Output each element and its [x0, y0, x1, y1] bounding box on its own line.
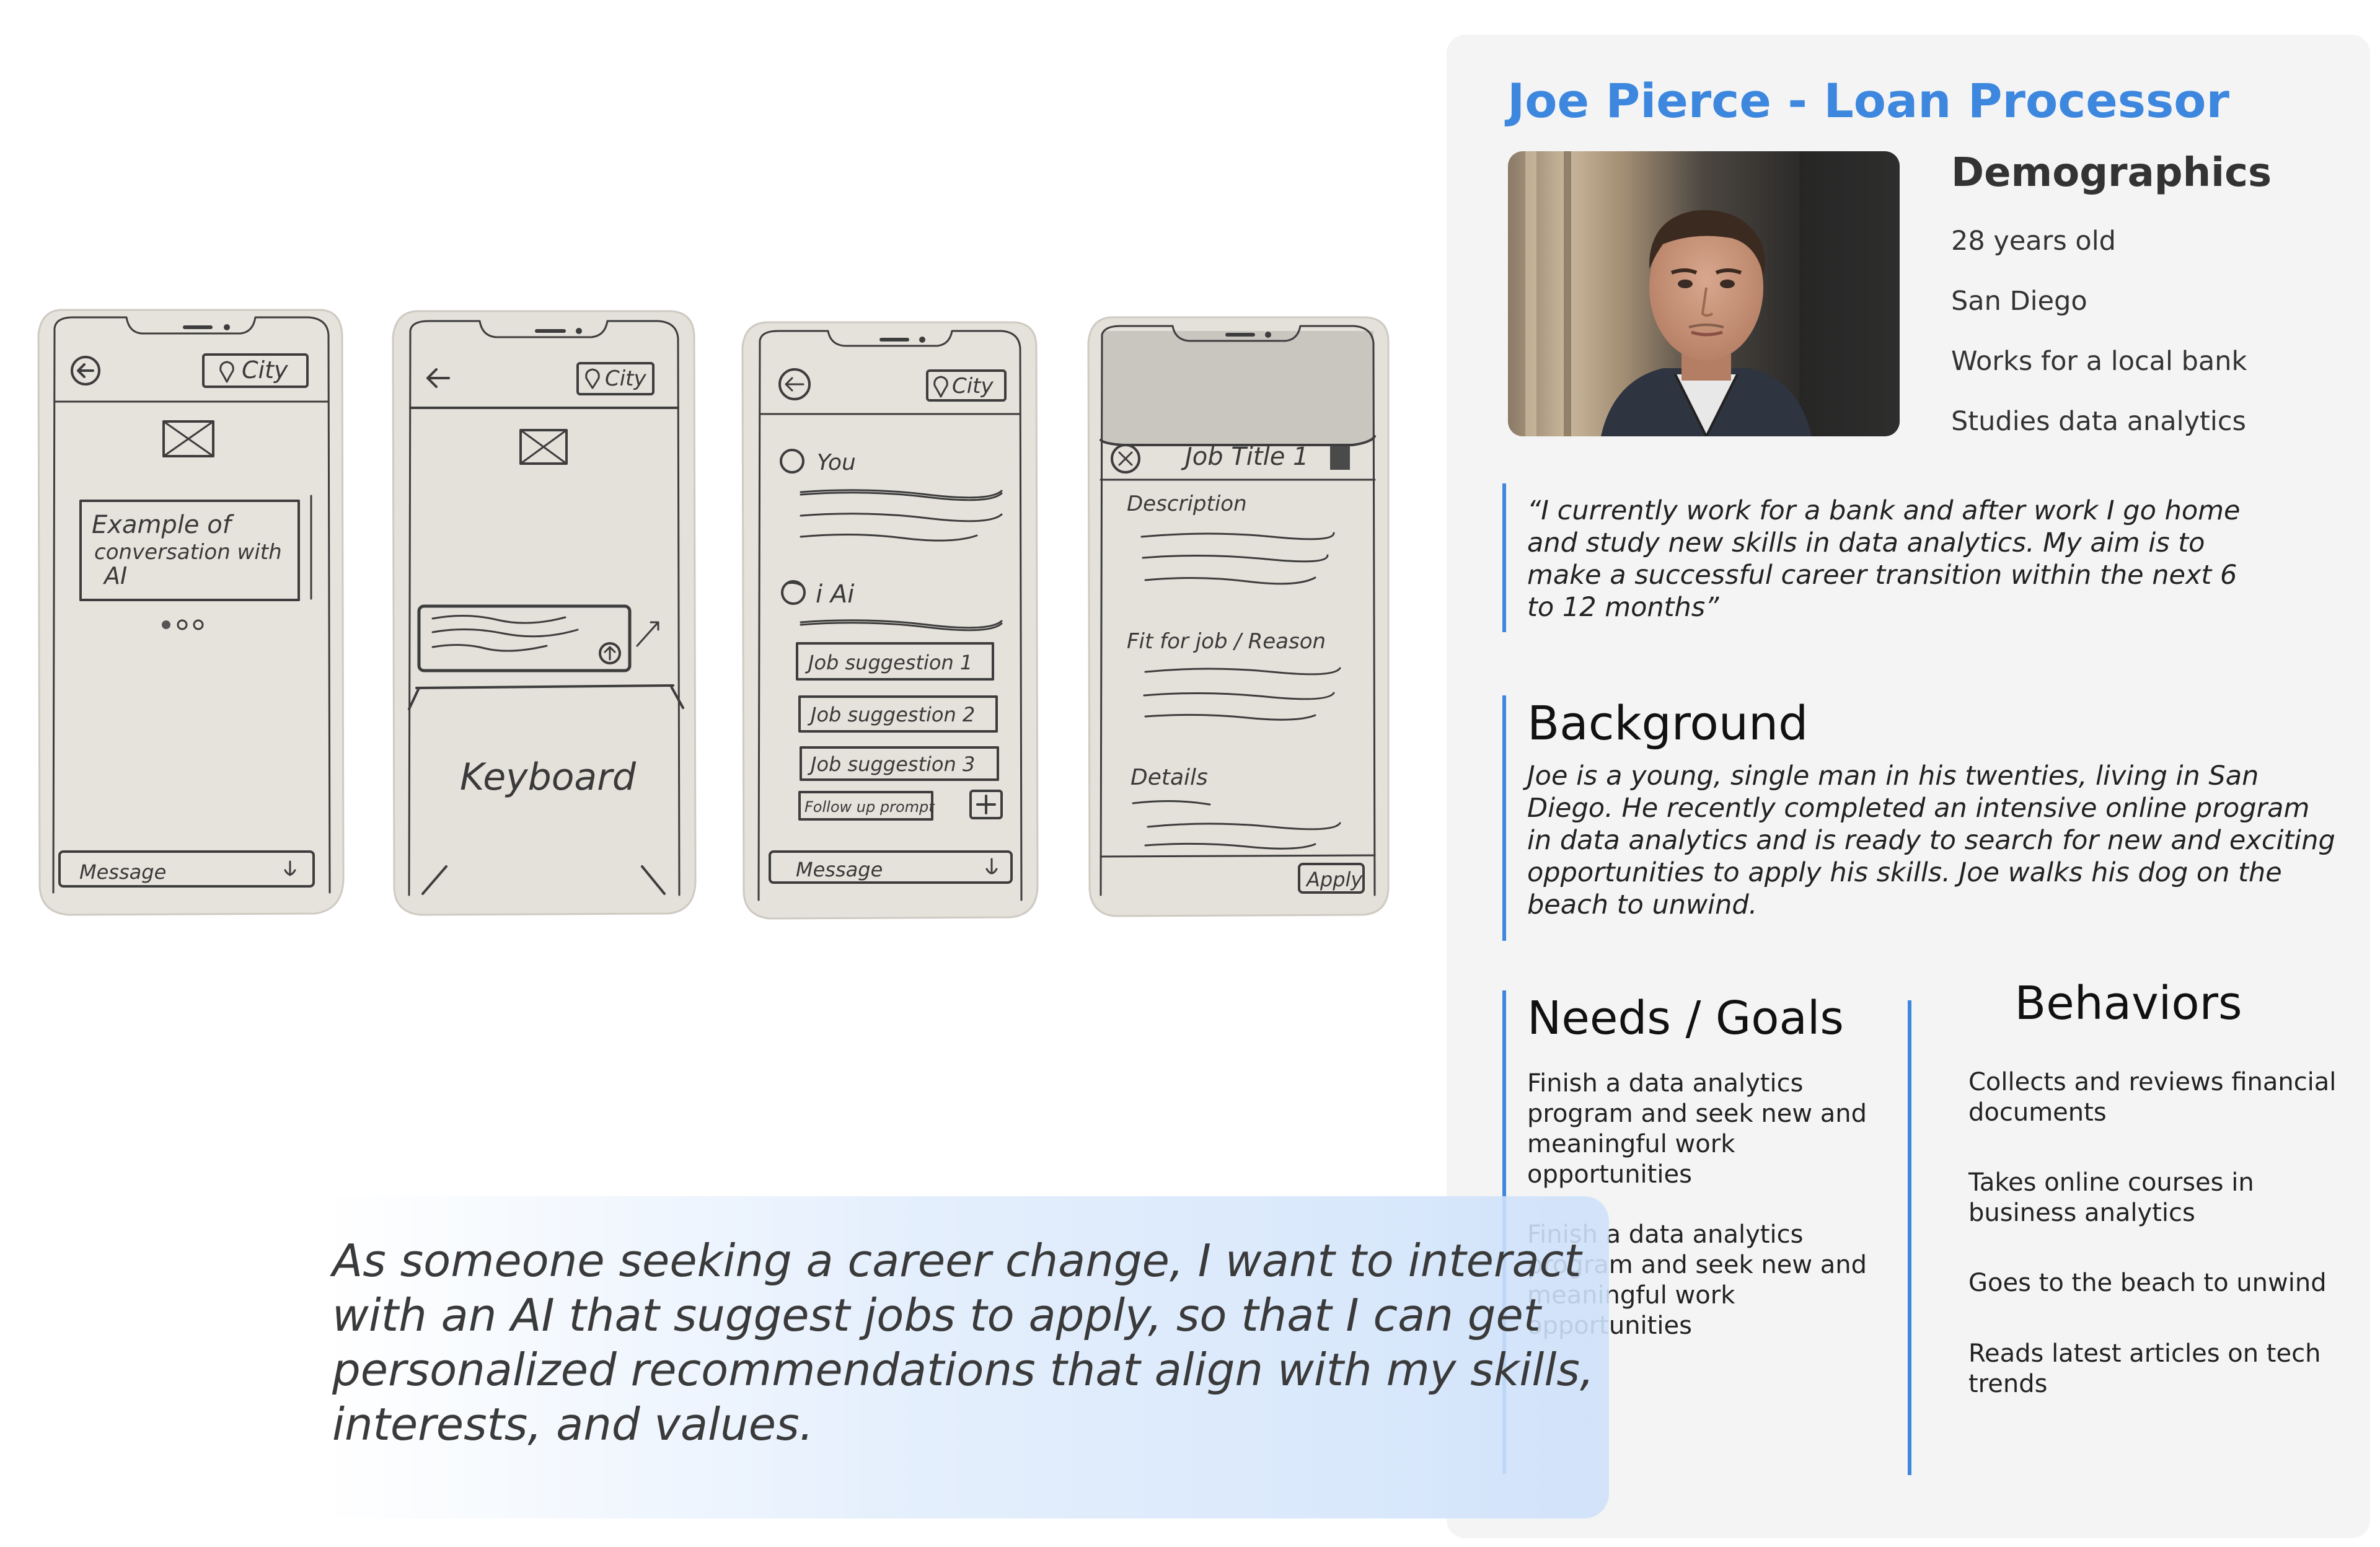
you-label: You [817, 450, 856, 475]
needs-goals-heading: Needs / Goals [1527, 992, 1844, 1045]
ai-label: i Ai [816, 580, 854, 609]
details-label: Details [1130, 765, 1208, 790]
behavior-item: Collects and reviews financial documents [1968, 1068, 2337, 1127]
demographic-study: Studies data analytics [1951, 406, 2246, 437]
persona-photo [1508, 151, 1900, 436]
user-story-text: As someone seeking a career change, I wa… [332, 1235, 1594, 1450]
suggestion-2-label: Job suggestion 2 [807, 703, 975, 726]
persona-title: Joe Pierce - Loan Processor [1507, 73, 2229, 128]
behaviors-divider [1908, 1000, 1911, 1475]
quote-text: “I currently work for a bank and after w… [1527, 495, 2241, 623]
city-label: City [242, 356, 288, 384]
portrait-image [1508, 151, 1900, 436]
demographic-employment: Works for a local bank [1951, 346, 2247, 377]
background-text: Joe is a young, single man in his twenti… [1527, 760, 2335, 920]
user-story-panel: As someone seeking a career change, I wa… [322, 1196, 1609, 1518]
behavior-item: Reads latest articles on tech trends [1968, 1339, 2321, 1398]
bubble-line-2: conversation with [94, 540, 282, 565]
city-label: City [952, 374, 994, 399]
description-label: Description [1127, 491, 1247, 516]
message-label: Message [796, 858, 883, 881]
sketch-job-detail-drawing: Job Title 1 Description Fit for job / Re… [1087, 316, 1390, 917]
fit-label: Fit for job / Reason [1127, 629, 1326, 654]
persona-quote: “I currently work for a bank and after w… [1502, 483, 2246, 632]
background-heading: Background [1527, 695, 1809, 751]
city-label: City [605, 366, 647, 391]
need-item: Finish a data analytics program and seek… [1527, 1069, 1867, 1189]
sketch-chat-drawing: City Example of conversation with AI Mes… [37, 309, 345, 916]
message-label: Message [79, 860, 166, 884]
sketch-screen-keyboard: City Keyboard [392, 306, 697, 916]
bubble-line-1: Example of [92, 511, 235, 539]
behavior-item: Goes to the beach to unwind [1968, 1269, 2327, 1297]
sketch-suggestions-drawing: City You i Ai Job suggestion 1 Job sugge… [741, 321, 1039, 920]
behavior-item: Takes online courses in business analyti… [1968, 1168, 2254, 1227]
demographic-age: 28 years old [1951, 226, 2116, 257]
sketch-screen-suggestions: City You i Ai Job suggestion 1 Job sugge… [741, 317, 1039, 920]
demographics-heading: Demographics [1951, 150, 2272, 196]
job-title-label: Job Title 1 [1181, 443, 1309, 471]
keyboard-label: Keyboard [460, 756, 637, 799]
sketch-keyboard-drawing: City Keyboard [392, 310, 697, 916]
sketch-screen-job-detail: Job Title 1 Description Fit for job / Re… [1086, 312, 1390, 917]
follow-up-label: Follow up prompt [804, 798, 935, 816]
suggestion-3-label: Job suggestion 3 [807, 752, 975, 776]
suggestion-1-label: Job suggestion 1 [804, 651, 972, 674]
sketch-screen-chat: City Example of conversation with AI Mes… [36, 304, 346, 917]
demographic-location: San Diego [1951, 286, 2087, 317]
apply-label: Apply [1305, 868, 1363, 891]
bubble-line-3: AI [102, 562, 127, 589]
background-section: Background Joe is a young, single man in… [1502, 695, 2339, 941]
behaviors-heading: Behaviors [2014, 977, 2242, 1030]
